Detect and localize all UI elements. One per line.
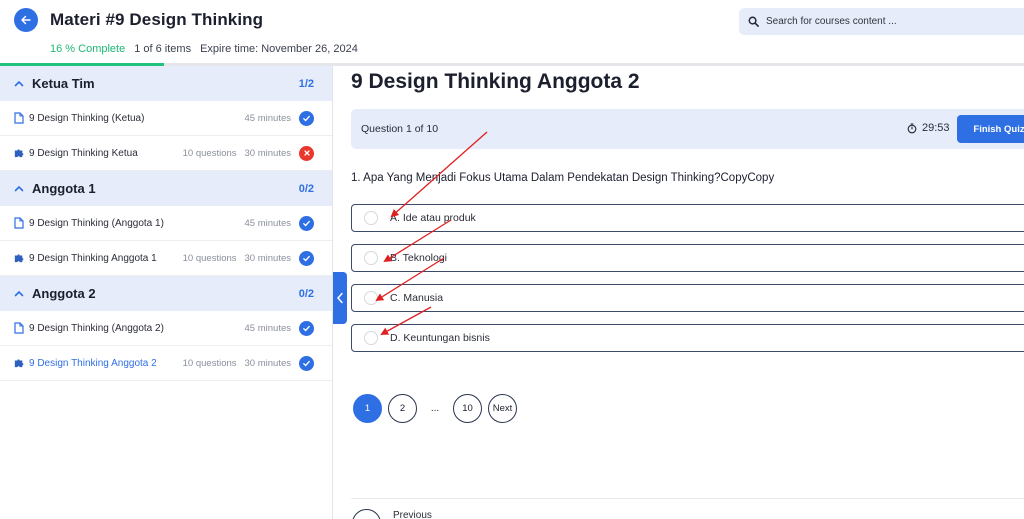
- radio-button[interactable]: [364, 291, 378, 305]
- section-count: 0/2: [298, 182, 314, 195]
- search-icon: [748, 16, 759, 27]
- lesson-duration: 45 minutes: [244, 322, 291, 334]
- stopwatch-icon: [907, 122, 917, 133]
- lesson-title: 9 Design Thinking Anggota 1: [29, 252, 157, 264]
- question-pagination: 1 2 ... 10 Next: [353, 394, 517, 423]
- check-icon: [299, 320, 314, 336]
- quiz-main: 9 Design Thinking Anggota 2 Question 1 o…: [351, 66, 1024, 519]
- chevron-up-icon: [14, 185, 24, 191]
- section-header-ketua-tim[interactable]: Ketua Tim 1/2: [0, 66, 332, 101]
- search-input[interactable]: [766, 16, 1006, 27]
- lesson-title: 9 Design Thinking Anggota 2: [29, 357, 157, 369]
- quiz-status-bar: Question 1 of 10 29:53 Finish Quiz: [351, 109, 1024, 149]
- document-icon: [14, 217, 24, 229]
- lesson-duration: 30 minutes: [244, 252, 291, 264]
- option-label: A. Ide atau produk: [390, 212, 476, 224]
- arrow-left-icon: [21, 15, 31, 25]
- check-icon: [299, 215, 314, 231]
- section-title: Ketua Tim: [32, 76, 95, 91]
- lesson-title: 9 Design Thinking (Anggota 2): [29, 322, 164, 334]
- back-button[interactable]: [14, 8, 38, 32]
- expire-time: Expire time: November 26, 2024: [200, 43, 358, 55]
- document-icon: [14, 322, 24, 334]
- radio-button[interactable]: [364, 211, 378, 225]
- lesson-item[interactable]: 9 Design Thinking (Anggota 1) 45 minutes: [0, 206, 332, 241]
- next-page-button[interactable]: Next: [488, 394, 517, 423]
- page-button[interactable]: 2: [388, 394, 417, 423]
- answer-option-a[interactable]: A. Ide atau produk: [351, 204, 1024, 232]
- answer-option-b[interactable]: B. Teknologi: [351, 244, 1024, 272]
- answer-options: A. Ide atau produk B. Teknologi C. Manus…: [351, 204, 1024, 364]
- option-label: D. Keuntungan bisnis: [390, 332, 490, 344]
- lesson-item[interactable]: 9 Design Thinking Ketua 10 questions 30 …: [0, 136, 332, 171]
- lesson-duration: 30 minutes: [244, 357, 291, 369]
- close-icon: [299, 145, 314, 161]
- section-header-anggota-1[interactable]: Anggota 1 0/2: [0, 171, 332, 206]
- question-text: 1. Apa Yang Menjadi Fokus Utama Dalam Pe…: [351, 172, 775, 184]
- option-label: C. Manusia: [390, 292, 444, 304]
- puzzle-icon: [14, 359, 24, 368]
- page-button-last[interactable]: 10: [453, 394, 482, 423]
- section-title: Anggota 1: [32, 181, 96, 196]
- lesson-item[interactable]: 9 Design Thinking (Anggota 2) 45 minutes: [0, 311, 332, 346]
- lesson-duration: 45 minutes: [244, 217, 291, 229]
- finish-quiz-button[interactable]: Finish Quiz: [957, 115, 1024, 143]
- quiz-timer: 29:53: [907, 122, 950, 134]
- lesson-item[interactable]: 9 Design Thinking (Ketua) 45 minutes: [0, 101, 332, 136]
- header: Materi #9 Design Thinking 16 % Complete …: [0, 0, 1024, 66]
- completion-percent: 16 % Complete: [50, 43, 126, 55]
- section-count: 0/2: [298, 287, 314, 300]
- divider: [351, 498, 1024, 499]
- lesson-item[interactable]: 9 Design Thinking Anggota 1 10 questions…: [0, 241, 332, 276]
- answer-option-d[interactable]: D. Keuntungan bisnis: [351, 324, 1024, 352]
- pagination-ellipsis: ...: [430, 403, 440, 414]
- items-count: 1 of 6 items: [134, 43, 192, 55]
- puzzle-icon: [14, 149, 24, 158]
- radio-button[interactable]: [364, 251, 378, 265]
- answer-option-c[interactable]: C. Manusia: [351, 284, 1024, 312]
- lesson-questions: 10 questions: [182, 357, 237, 369]
- lesson-questions: 10 questions: [182, 147, 237, 159]
- section-header-anggota-2[interactable]: Anggota 2 0/2: [0, 276, 332, 311]
- page-button-current[interactable]: 1: [353, 394, 382, 423]
- radio-button[interactable]: [364, 331, 378, 345]
- chevron-up-icon: [14, 80, 24, 86]
- question-counter: Question 1 of 10: [361, 123, 439, 135]
- timer-value: 29:53: [922, 122, 950, 134]
- previous-label: Previous: [393, 510, 432, 519]
- document-icon: [14, 112, 24, 124]
- lesson-duration: 30 minutes: [244, 147, 291, 159]
- sidebar-collapse-button[interactable]: [333, 272, 347, 324]
- lesson-title: 9 Design Thinking (Ketua): [29, 112, 145, 124]
- sidebar: Ketua Tim 1/2 9 Design Thinking (Ketua) …: [0, 66, 333, 519]
- search-box[interactable]: [739, 8, 1024, 35]
- puzzle-icon: [14, 254, 24, 263]
- lesson-questions: 10 questions: [182, 252, 237, 264]
- lesson-item-active[interactable]: 9 Design Thinking Anggota 2 10 questions…: [0, 346, 332, 381]
- lesson-duration: 45 minutes: [244, 112, 291, 124]
- section-title: Anggota 2: [32, 286, 96, 301]
- course-meta: 16 % Complete 1 of 6 items Expire time: …: [50, 43, 358, 55]
- lesson-title: 9 Design Thinking (Anggota 1): [29, 217, 164, 229]
- previous-button[interactable]: [352, 509, 381, 519]
- section-count: 1/2: [298, 77, 314, 90]
- check-icon: [299, 355, 314, 371]
- page-title: Materi #9 Design Thinking: [50, 10, 264, 29]
- quiz-title: 9 Design Thinking Anggota 2: [351, 70, 640, 93]
- option-label: B. Teknologi: [390, 252, 448, 264]
- check-icon: [299, 250, 314, 266]
- check-icon: [299, 110, 314, 126]
- lesson-title: 9 Design Thinking Ketua: [29, 147, 138, 159]
- chevron-up-icon: [14, 290, 24, 296]
- chevron-left-icon: [336, 292, 343, 304]
